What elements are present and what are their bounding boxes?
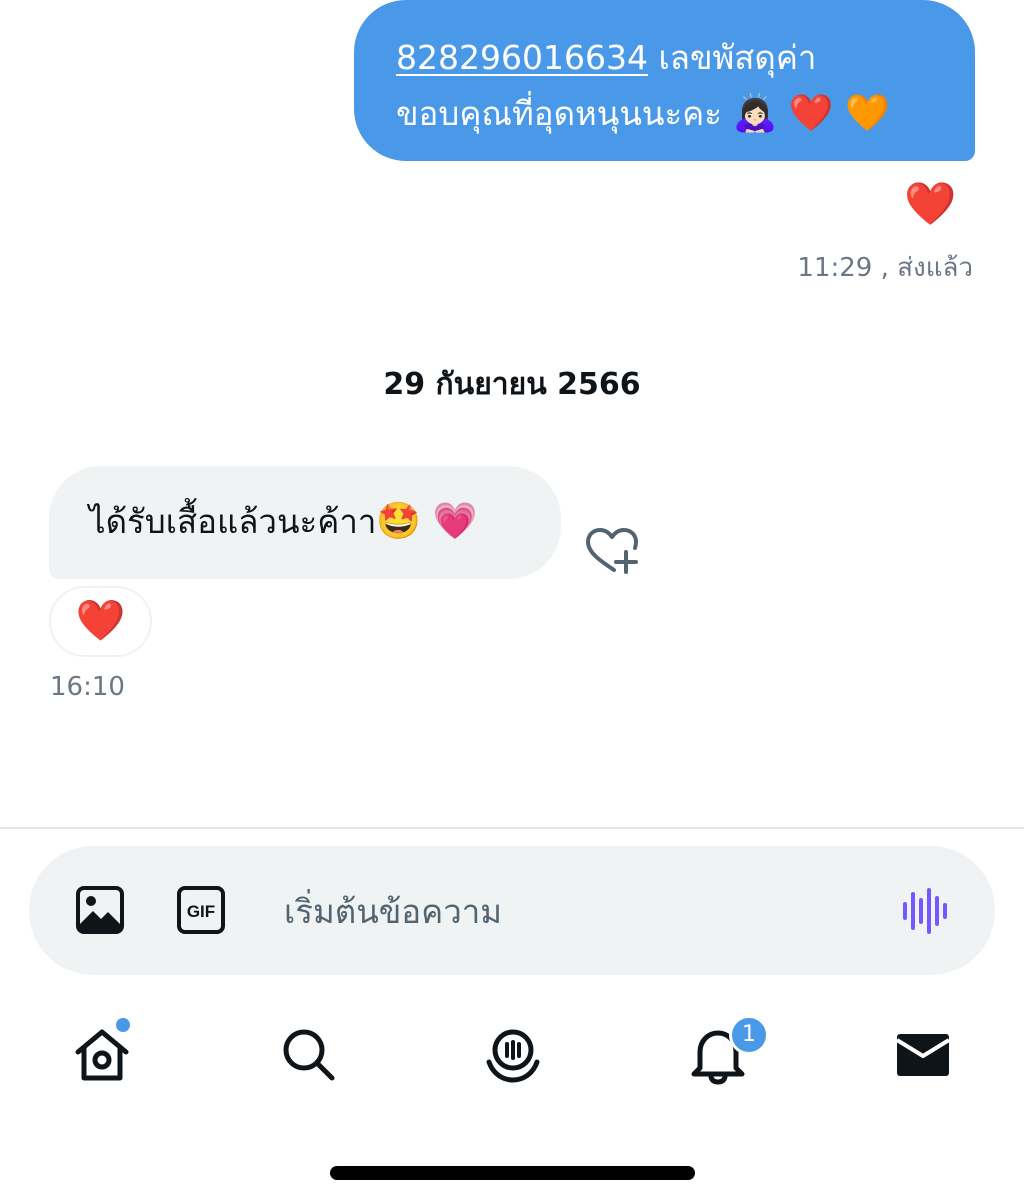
message-composer: GIF	[29, 846, 995, 975]
date-separator: 29 กันยายน 2566	[383, 367, 641, 402]
sent-message-line-2: ขอบคุณที่อุดหนุนนะคะ 🙇🏻‍♀️ ❤️ 🧡	[396, 86, 935, 142]
sent-message-text-2: ขอบคุณที่อุดหนุนนะคะ	[396, 94, 733, 133]
sent-message-reaction[interactable]: ❤️	[904, 176, 956, 232]
notifications-badge: 1	[729, 1015, 769, 1055]
search-icon	[283, 1029, 335, 1081]
received-message-time: 16:10	[50, 672, 125, 702]
image-icon	[76, 886, 124, 934]
voice-message-button[interactable]	[899, 886, 951, 936]
sent-message-bubble[interactable]: 828296016634 เลขพัสดุค่า ขอบคุณที่อุดหนุ…	[354, 0, 975, 161]
received-message-reaction[interactable]: ❤️	[49, 586, 152, 657]
nav-messages[interactable]	[891, 1022, 955, 1086]
nav-spaces[interactable]	[481, 1022, 545, 1086]
gif-icon-label: GIF	[187, 902, 215, 921]
tracking-number-link[interactable]: 828296016634	[396, 38, 648, 77]
nav-search[interactable]	[276, 1022, 340, 1086]
received-message-emojis: 🤩 💗	[376, 501, 478, 542]
add-image-button[interactable]	[74, 884, 126, 936]
home-indicator[interactable]	[330, 1166, 695, 1180]
gif-icon: GIF	[177, 886, 225, 934]
sent-message-meta: 11:29 , ส่งแล้ว	[797, 253, 973, 283]
composer-divider	[0, 827, 1024, 829]
received-message-text: ได้รับเสื้อแล้วนะค้าา	[89, 502, 377, 541]
message-input[interactable]	[284, 883, 844, 939]
add-gif-button[interactable]: GIF	[175, 884, 227, 936]
received-message-bubble[interactable]: ได้รับเสื้อแล้วนะค้าา🤩 💗	[49, 466, 561, 579]
sent-message-line-1: 828296016634 เลขพัสดุค่า	[396, 30, 935, 86]
dm-conversation-screen: 828296016634 เลขพัสดุค่า ขอบคุณที่อุดหนุ…	[0, 0, 1024, 1200]
add-reaction-button[interactable]	[584, 526, 640, 576]
mail-icon	[895, 1034, 951, 1076]
spaces-icon	[486, 1029, 540, 1083]
voice-waveform-icon	[903, 888, 947, 934]
home-unread-dot	[114, 1016, 132, 1034]
sent-message-emojis: 🙇🏻‍♀️ ❤️ 🧡	[732, 93, 890, 134]
sent-message-text-1: เลขพัสดุค่า	[647, 38, 817, 77]
heart-plus-icon	[586, 528, 638, 574]
